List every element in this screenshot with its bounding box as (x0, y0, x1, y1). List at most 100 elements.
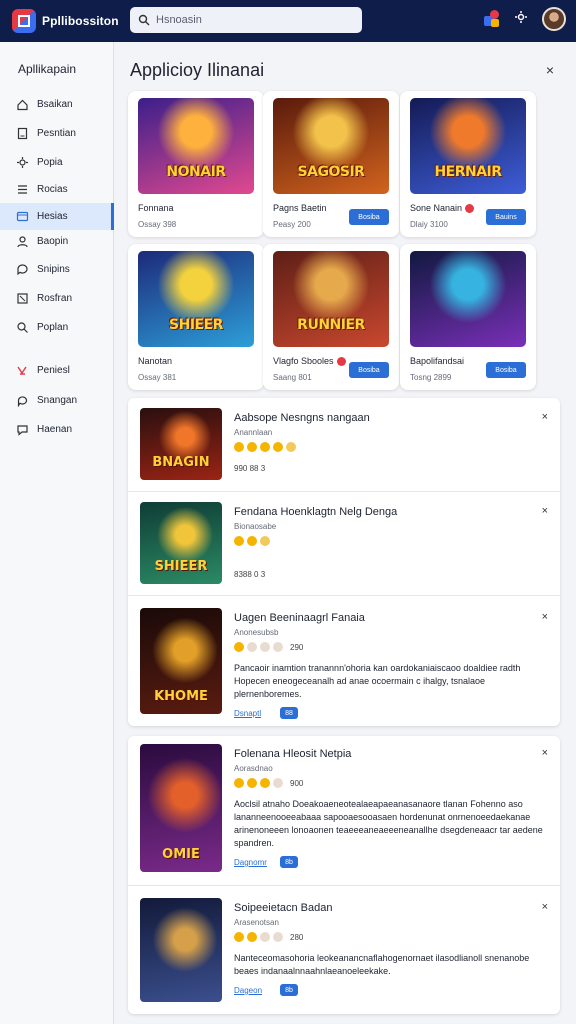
star-icon (234, 932, 244, 942)
game-card-meta: Dlaiy 3100 (410, 220, 448, 229)
game-cover-image[interactable]: SAGOSIR (273, 98, 389, 194)
settings-icon[interactable] (514, 10, 528, 29)
list-item-meta: 8388 0 3 (234, 570, 266, 579)
card-action-button[interactable]: Bosiba (486, 362, 526, 378)
list-item-title[interactable]: Folenana Hleosit Netpia (234, 748, 351, 760)
list-item-title[interactable]: Fendana Hoenklagtn Nelg Denga (234, 506, 397, 518)
game-cover-image[interactable]: RUNNIER (273, 251, 389, 347)
game-card-name: Fonnana (138, 203, 174, 213)
star-icon (260, 778, 270, 788)
star-icon (234, 642, 244, 652)
card-action-button[interactable]: Bosiba (349, 209, 389, 225)
list-item[interactable]: BNAGIN Aabsope Nesngns nangaan × Anannlaan 9… (128, 398, 560, 492)
sidebar-item-6[interactable]: Baopin (0, 228, 114, 255)
game-card-name: Pagns Baetin (273, 203, 327, 213)
game-card[interactable]: SHIEER Nanotan Ossay 381 (128, 244, 264, 390)
close-icon[interactable]: × (542, 62, 558, 78)
star-icon (247, 778, 257, 788)
sidebar-item-11[interactable]: Snangan (0, 387, 114, 414)
document-icon (16, 127, 29, 140)
star-icon (273, 778, 283, 788)
search-input[interactable] (156, 14, 356, 26)
message-icon (16, 423, 29, 436)
list-item-title[interactable]: Soipeeietacn Badan (234, 902, 332, 914)
notification-icon[interactable] (482, 10, 500, 28)
rating-stars: 900 (234, 778, 303, 788)
game-cover-image[interactable] (410, 251, 526, 347)
game-cover-image[interactable]: NONAIR (138, 98, 254, 194)
card-action-button[interactable]: Bosiba (349, 362, 389, 378)
remove-icon[interactable]: × (542, 411, 548, 423)
sidebar-item-4[interactable]: Rocias (0, 176, 114, 203)
list-icon (16, 183, 29, 196)
game-cover-image[interactable]: SHIEER (138, 251, 254, 347)
game-cover-image[interactable]: HERNAIR (410, 98, 526, 194)
tag-chip[interactable]: 8b (280, 984, 298, 996)
list-item[interactable]: OMIE Folenana Hleosit Netpia × Aorasdnao 900… (128, 736, 560, 886)
list-item-title[interactable]: Uagen Beeninaagrl Fanaia (234, 612, 365, 624)
remove-icon[interactable]: × (542, 505, 548, 517)
star-icon (234, 536, 244, 546)
star-icon (286, 442, 296, 452)
game-card[interactable]: Bapolifandsai Tosng 2899 Bosiba (400, 244, 536, 390)
sidebar-item-12[interactable]: Haenan (0, 416, 114, 443)
remove-icon[interactable]: × (542, 747, 548, 759)
sidebar-item-8[interactable]: Rosfran (0, 285, 114, 312)
thumbnail-title: SHIEER (154, 559, 208, 574)
game-cover-title: NONAIR (166, 164, 226, 180)
sidebar-item-9[interactable]: Poplan (0, 314, 114, 341)
game-card-meta: Peasy 200 (273, 220, 311, 229)
list-item-title[interactable]: Aabsope Nesngns nangaan (234, 412, 370, 424)
sidebar-item-label: Hesias (37, 211, 68, 222)
sidebar-item-3[interactable]: Popia (0, 149, 114, 176)
bubble-icon (16, 394, 29, 407)
list-item-subtitle: Anannlaan (234, 428, 273, 437)
tag-chip[interactable]: 88 (280, 707, 298, 719)
list-item[interactable]: SHIEER Fendana Hoenklagtn Nelg Denga × Bion… (128, 492, 560, 596)
details-link[interactable]: Dsnaptl (234, 709, 261, 718)
rating-score: 900 (290, 778, 304, 788)
game-card-meta: Ossay 381 (138, 373, 177, 382)
remove-icon[interactable]: × (542, 901, 548, 913)
game-card[interactable]: NONAIR Fonnana Ossay 398 (128, 91, 264, 237)
list-item-thumbnail[interactable]: SHIEER (140, 502, 222, 584)
sidebar-item-1[interactable]: Bsaikan (0, 91, 114, 118)
sidebar-item-5[interactable]: Hesias (0, 203, 114, 230)
rating-stars: 290 (234, 642, 303, 652)
game-card[interactable]: RUNNIER Vlagfo Sbooles Saang 801 Bosiba (263, 244, 399, 390)
sidebar-item-label: Popia (37, 157, 63, 168)
game-card[interactable]: HERNAIR Sone Nanain Dlaiy 3100 Bauins (400, 91, 536, 237)
list-item[interactable]: KHOME Uagen Beeninaagrl Fanaia × Anonesubsb… (128, 596, 560, 726)
details-link[interactable]: Dageon (234, 986, 262, 995)
thumbnail-title: OMIE (162, 847, 200, 862)
game-card[interactable]: SAGOSIR Pagns Baetin Peasy 200 Bosiba (263, 91, 399, 237)
list-item-description: Aoclsil atnaho Doeakoaeneotealaeapaeanas… (234, 799, 543, 848)
list-item-thumbnail[interactable]: BNAGIN (140, 408, 222, 480)
search-icon (138, 14, 150, 26)
list-group-bottom: OMIE Folenana Hleosit Netpia × Aorasdnao 900… (128, 736, 560, 1014)
list-item-thumbnail[interactable]: KHOME (140, 608, 222, 714)
brand[interactable]: Ppllibossiton (12, 9, 119, 33)
list-item-description: Pancaoir inamtion tranannn'ohoria kan oa… (234, 663, 521, 699)
list-item[interactable]: Soipeeietacn Badan × Arasenotsan 280 Nantece… (128, 886, 560, 1014)
gear-icon (16, 156, 29, 169)
app-logo-icon (12, 9, 36, 33)
game-card-name: Bapolifandsai (410, 356, 465, 366)
list-item-thumbnail[interactable] (140, 898, 222, 1002)
thumbnail-title: KHOME (154, 689, 208, 704)
star-icon (273, 642, 283, 652)
sidebar-item-7[interactable]: Snipins (0, 256, 114, 283)
remove-icon[interactable]: × (542, 611, 548, 623)
top-bar: Ppllibossiton (0, 0, 576, 42)
sidebar-item-10[interactable]: Peniesl (0, 357, 114, 384)
list-group-top: BNAGIN Aabsope Nesngns nangaan × Anannlaan 9… (128, 398, 560, 726)
list-item-thumbnail[interactable]: OMIE (140, 744, 222, 872)
search-box[interactable] (130, 7, 362, 33)
sidebar-item-2[interactable]: Pesntian (0, 120, 114, 147)
card-action-button[interactable]: Bauins (486, 209, 526, 225)
star-icon (260, 932, 270, 942)
details-link[interactable]: Dagnomr (234, 858, 267, 867)
tag-chip[interactable]: 8b (280, 856, 298, 868)
sidebar-item-label: Poplan (37, 322, 69, 333)
avatar[interactable] (542, 7, 566, 31)
